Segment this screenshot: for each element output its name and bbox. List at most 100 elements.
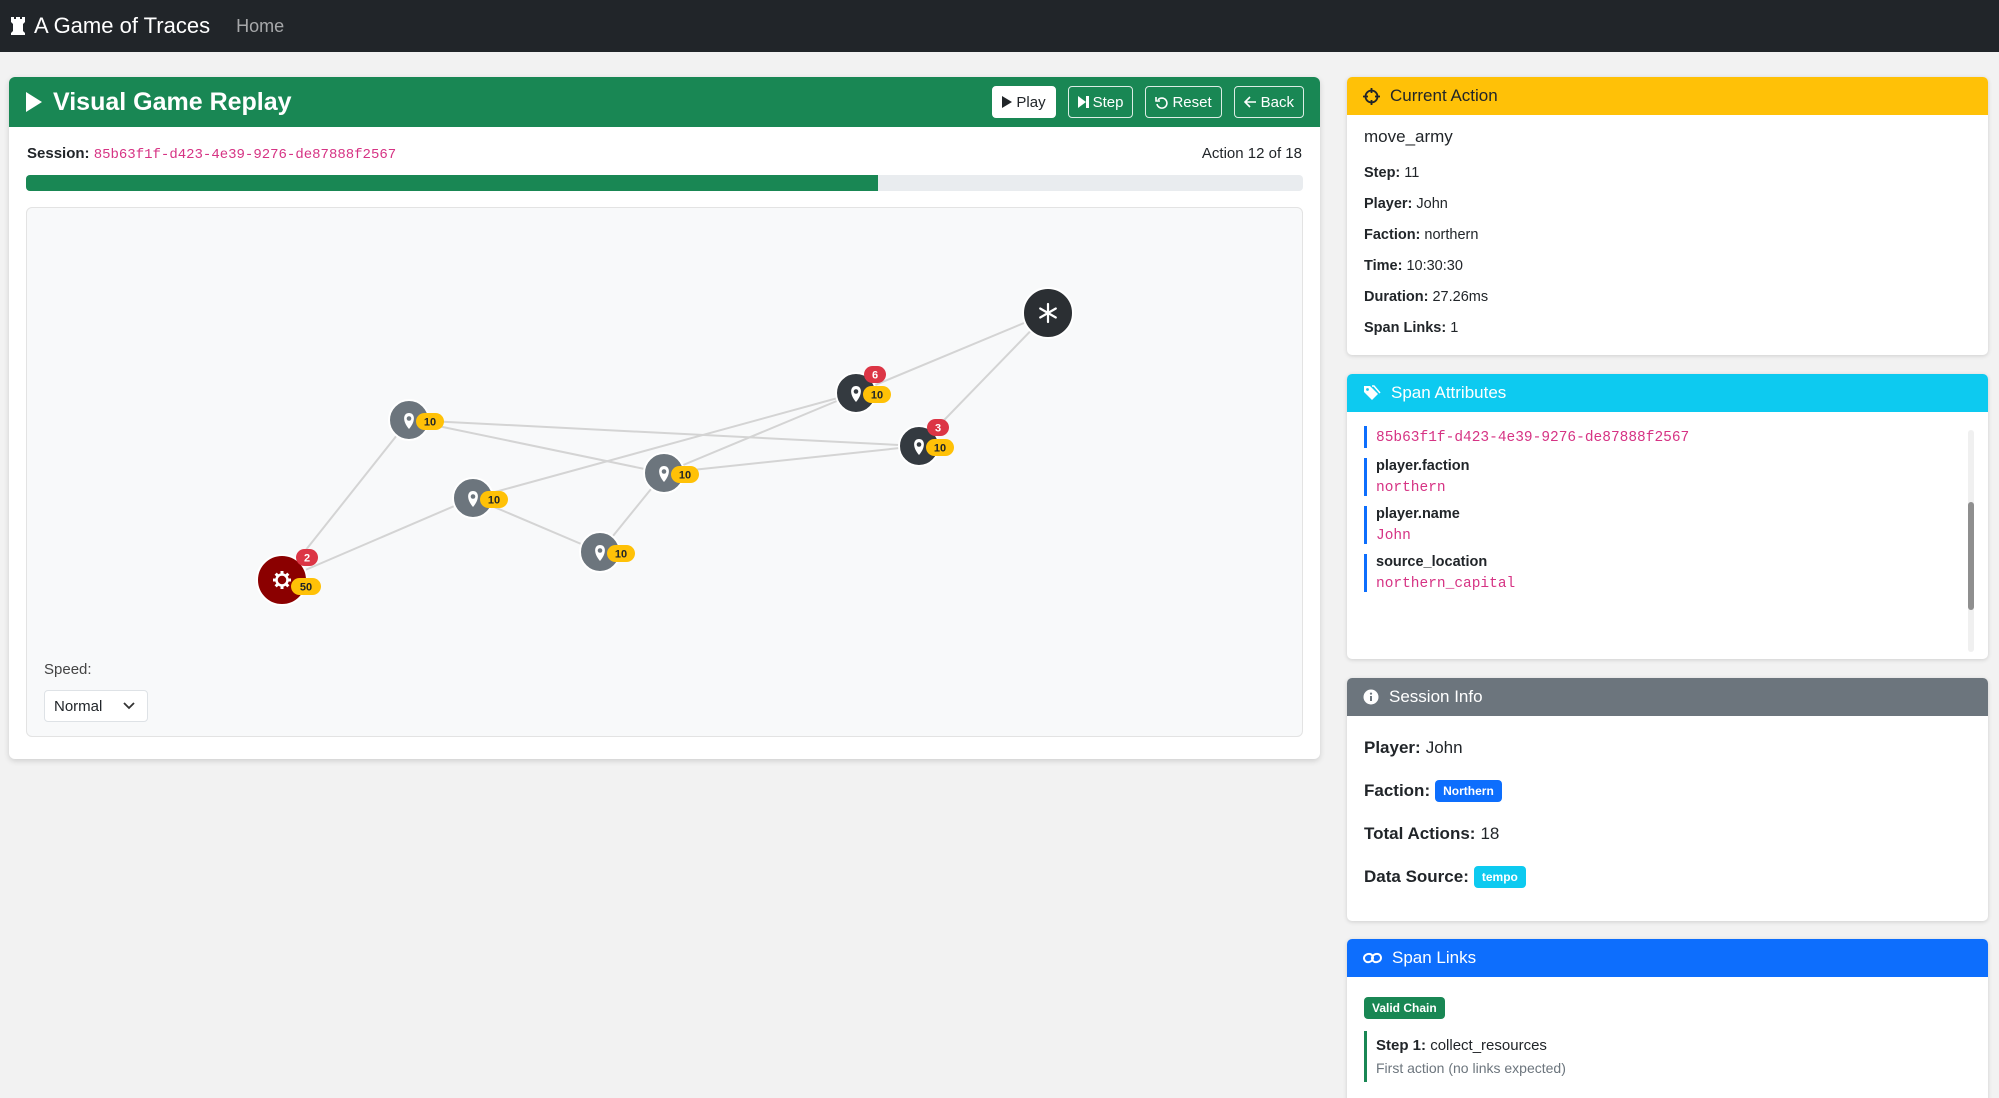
action-step-label: Step: [1364, 165, 1401, 181]
chevron-down-icon [123, 702, 135, 710]
step-button[interactable]: Step [1067, 86, 1134, 118]
span-links-body: Valid Chain Step 1: collect_resources Fi… [1347, 977, 1988, 1094]
gear-icon-tooth [280, 585, 284, 589]
action-time-label: Time: [1364, 258, 1403, 274]
game-map: 50 2 10 10 10 10 10 6 10 3 [256, 287, 1074, 606]
speed-select-value: Normal [54, 697, 103, 715]
gear-icon-tooth [280, 571, 284, 575]
current-action-header: Current Action [1347, 77, 1988, 115]
action-step-value: 11 [1404, 165, 1420, 181]
session-player-label: Player: [1364, 737, 1421, 757]
map-node-village-c[interactable]: 10 [579, 531, 635, 573]
action-player-value: John [1416, 196, 1448, 212]
faction-badge: Northern [1435, 779, 1502, 802]
map-node-capital-north[interactable] [1022, 287, 1074, 339]
attributes-scrollbar[interactable] [1968, 430, 1974, 652]
session-faction-label: Faction: [1364, 780, 1431, 800]
attr-key: source_location [1376, 554, 1488, 570]
tags-icon [1364, 385, 1381, 400]
link-step-title: Step 1: collect_resources [1376, 1037, 1971, 1054]
speed-select[interactable]: Normal [44, 690, 148, 722]
action-span-links-label: Span Links: [1364, 320, 1447, 336]
session-player: Player: John [1364, 726, 1971, 769]
map-node-capital-south[interactable]: 50 2 [256, 549, 321, 606]
action-step: Step: 11 [1364, 158, 1971, 189]
attr-trace-id-value: 85b63f1f-d423-4e39-9276-de87888f2567 [1376, 430, 1690, 446]
replay-controls: Play Step Reset Back [992, 86, 1304, 118]
play-icon [26, 92, 42, 112]
session-info-body: Player: John Faction: Northern Total Actio… [1347, 716, 1988, 910]
action-time-value: 10:30:30 [1406, 258, 1463, 274]
span-links-header: Span Links [1347, 939, 1988, 977]
span-attributes-title: Span Attributes [1391, 383, 1507, 402]
link-step-item: Step 1: collect_resources First action (… [1364, 1031, 1971, 1082]
session-row: Session: 85b63f1f-d423-4e39-9276-de87888… [9, 145, 1320, 163]
span-attributes-list[interactable]: 85b63f1f-d423-4e39-9276-de87888f2567 pla… [1347, 412, 1988, 614]
current-action-card: Current Action move_army Step: 11 Player… [1347, 77, 1988, 355]
army-count: 10 [871, 390, 883, 402]
map-node-village-f[interactable]: 10 3 [898, 419, 954, 467]
skip-forward-icon [1077, 96, 1089, 108]
session-data-source: Data Source: tempo [1364, 855, 1971, 898]
enemy-count: 3 [935, 423, 941, 435]
attr-value: northern_capital [1376, 576, 1516, 592]
session-total-value: 18 [1480, 823, 1500, 843]
current-action-title: Current Action [1390, 86, 1498, 105]
action-duration-value: 27.26ms [1432, 289, 1489, 305]
reset-button-label: Reset [1172, 93, 1212, 111]
link-step-action: collect_resources [1430, 1037, 1547, 1054]
action-faction-value: northern [1424, 227, 1479, 243]
action-player-label: Player: [1364, 196, 1413, 212]
map-pin-icon-dot [597, 548, 603, 553]
action-faction-label: Faction: [1364, 227, 1421, 243]
back-button-label: Back [1260, 93, 1294, 111]
replay-card: Visual Game Replay Play Step Reset Back … [9, 77, 1320, 759]
army-count: 10 [934, 443, 946, 455]
map-pin-icon-dot [470, 494, 476, 499]
map-node-village-a[interactable]: 10 [388, 399, 444, 441]
action-faction: Faction: northern [1364, 220, 1971, 251]
attributes-scrollbar-thumb[interactable] [1968, 502, 1974, 610]
gear-icon-tooth [273, 578, 277, 582]
navbar: A Game of Traces Home [0, 0, 1999, 52]
brand-link[interactable]: A Game of Traces [10, 13, 210, 39]
attr-key: player.name [1376, 506, 1460, 522]
map-pin-icon-dot [406, 416, 412, 421]
reset-button[interactable]: Reset [1145, 86, 1222, 118]
current-action-name: move_army [1364, 127, 1453, 146]
info-circle-icon [1363, 689, 1379, 705]
session-player-value: John [1425, 737, 1463, 757]
attr-value: northern [1376, 480, 1446, 496]
action-player: Player: John [1364, 189, 1971, 220]
map-edge [408, 419, 665, 474]
span-links-card: Span Links Valid Chain Step 1: collect_r… [1347, 939, 1988, 1098]
game-board: 50 2 10 10 10 10 10 6 10 3 Speed: Normal [26, 207, 1303, 737]
session-label: Session: [27, 145, 90, 162]
replay-title: Visual Game Replay [25, 88, 292, 117]
map-edge [281, 497, 474, 581]
replay-progress-fill [26, 175, 878, 191]
nav-home-link[interactable]: Home [236, 16, 284, 37]
map-node-village-b[interactable]: 10 [452, 477, 508, 519]
map-edge [855, 312, 1049, 394]
play-button[interactable]: Play [992, 86, 1056, 118]
action-duration-label: Duration: [1364, 289, 1429, 305]
action-span-links: Span Links: 1 [1364, 313, 1971, 344]
arrow-left-icon [1243, 96, 1256, 108]
map-node-village-e[interactable]: 10 6 [835, 366, 891, 414]
session-info-card: Session Info Player: John Faction: Norther… [1347, 678, 1988, 921]
link-step-label: Step 1: [1376, 1037, 1427, 1054]
action-counter: Action 12 of 18 [1201, 145, 1302, 162]
session-total-label: Total Actions: [1364, 823, 1476, 843]
attr-source-location: source_location northern_capital [1364, 554, 1971, 592]
data-source-badge: tempo [1473, 865, 1526, 888]
army-count: 10 [615, 549, 627, 561]
chess-rook-icon [11, 17, 25, 35]
session-info-title: Session Info [1389, 687, 1483, 706]
back-button[interactable]: Back [1233, 86, 1304, 118]
map-node-village-d[interactable]: 10 [643, 452, 699, 494]
reset-icon [1155, 96, 1169, 109]
attr-trace-id: 85b63f1f-d423-4e39-9276-de87888f2567 [1364, 426, 1971, 448]
attr-player-faction: player.faction northern [1364, 458, 1971, 496]
session-id: 85b63f1f-d423-4e39-9276-de87888f2567 [93, 147, 397, 163]
